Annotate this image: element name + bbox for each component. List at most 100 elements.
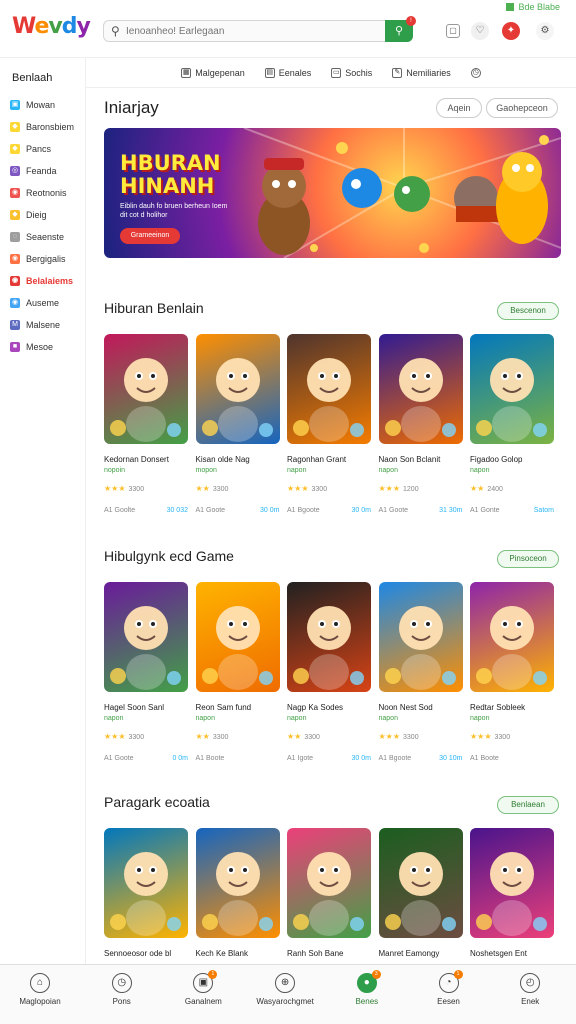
sidebar-item[interactable]: ■ Mesoe [10, 342, 53, 352]
sidebar-item[interactable]: ◉ Reotnonis [10, 188, 67, 198]
hero-button-2[interactable]: Gaohepceon [486, 98, 558, 118]
game-thumbnail[interactable] [470, 828, 554, 938]
settings-icon[interactable]: ⚙ [536, 22, 554, 40]
game-thumbnail[interactable] [104, 334, 188, 444]
game-thumbnail[interactable] [470, 582, 554, 692]
game-thumbnail[interactable] [287, 334, 371, 444]
game-name[interactable]: Kisan olde Nag [196, 455, 280, 464]
game-card[interactable]: Kedornan Donsert nopoin ★★★ 3300 A1 Goolte 30… [104, 334, 188, 514]
sidebar-item[interactable]: ◉ Bergigalis [10, 254, 66, 264]
game-thumbnail[interactable] [104, 828, 188, 938]
game-name[interactable]: Nagp Ka Sodes [287, 703, 371, 712]
rating-value: 3300 [212, 734, 229, 741]
home-icon: ⌂ [30, 973, 50, 993]
sidebar-item[interactable]: ◉ Auseme [10, 298, 59, 308]
game-name[interactable]: Naon Son Bclanit [379, 455, 463, 464]
bottom-nav-item[interactable]: ◷ Pons [84, 973, 160, 1006]
game-card[interactable]: Ranh Soh Bane [287, 828, 371, 958]
star-icon: ★★★ [104, 732, 126, 741]
game-card[interactable]: Hagel Soon Sanl napon ★★★ 3300 A1 Goote 0 0m [104, 582, 188, 762]
game-thumbnail[interactable] [195, 828, 280, 938]
clock-icon: ◷ [111, 973, 132, 993]
section-title: Hiburan Benlain [104, 300, 204, 316]
banner-cta-button[interactable]: Grameeinon [120, 228, 180, 244]
gift-icon[interactable]: ✦ [502, 22, 520, 40]
game-size: 30 10m [439, 755, 463, 762]
game-thumbnail[interactable] [195, 334, 280, 444]
game-card[interactable]: Figadoo Golop napon ★★ 2400 A1 Gonte Satom [470, 334, 554, 514]
game-name[interactable]: Figadoo Golop [470, 455, 554, 464]
game-card[interactable]: Noon Nest Sod napon ★★★ 3300 A1 Bgoote 30 10m [378, 582, 463, 762]
hero-banner[interactable]: HBURAN HINANH Eiblin dauh fo bruen berheu… [104, 128, 561, 258]
game-card[interactable]: Manret Eamongy [378, 828, 463, 958]
subnav-item[interactable]: ▭ Sochis [331, 67, 372, 78]
window-icon[interactable]: ▢ [446, 24, 460, 38]
sidebar-item[interactable]: ▣ Mowan [10, 100, 55, 110]
game-name[interactable]: Reon Sam fund [196, 703, 280, 712]
game-name[interactable]: Noon Nest Sod [379, 703, 463, 712]
search-input[interactable] [126, 23, 376, 40]
section-see-all-button[interactable]: Benlaean [497, 796, 559, 814]
bottom-nav-item[interactable]: ◴ Enek [492, 973, 568, 1006]
game-card[interactable]: Nagp Ka Sodes napon ★★ 3300 A1 Igote 30 0m [287, 582, 371, 762]
sidebar-item[interactable]: ◆ Dieig [10, 210, 47, 220]
game-rating: ★★★ 3300 [104, 484, 188, 493]
top-bar: Wevdy ⚲ ⚲! ▢ ♡ ✦ ⚙ Bde Blabe [0, 0, 576, 58]
bottom-nav-item[interactable]: ▣ 1 Ganalnem [165, 970, 241, 1006]
game-card[interactable]: Noshetsgen Ent [470, 828, 554, 958]
heart-icon[interactable]: ♡ [471, 22, 489, 40]
game-card[interactable]: Kisan olde Nag mopon ★★ 3300 A1 Goote 30 0m [195, 334, 280, 514]
subnav-item[interactable]: ▦ Malgepenan [181, 67, 245, 78]
sidebar-item[interactable]: ◉ Belalaiems [10, 276, 73, 286]
game-name[interactable]: Kech Ke Blank [196, 949, 280, 958]
sidebar-item-label: Mesoe [26, 342, 54, 352]
game-name[interactable]: Kedornan Donsert [104, 455, 188, 464]
logo-letter: W [12, 14, 36, 39]
game-thumbnail[interactable] [287, 582, 371, 692]
sidebar-item[interactable]: M Malsene [10, 320, 60, 330]
game-card[interactable]: Kech Ke Blank [195, 828, 280, 958]
subnav-item[interactable]: ▤ Eenales [264, 67, 311, 78]
hero-button-1[interactable]: Aqein [436, 98, 482, 118]
bottom-nav-item[interactable]: ⌂ Maglopoian [2, 973, 78, 1006]
app-logo[interactable]: Wevdy [12, 14, 91, 39]
game-card[interactable]: Reon Sam fund napon ★★ 3300 A1 Boote [195, 582, 280, 762]
game-thumbnail[interactable] [378, 334, 463, 444]
game-name[interactable]: Noshetsgen Ent [470, 949, 554, 958]
game-name[interactable]: Ragonhan Grant [287, 455, 371, 464]
game-name[interactable]: Sennoeosor ode bl [104, 949, 188, 958]
sidebar-item[interactable]: ◆ Baronsbiem [10, 122, 74, 132]
game-thumbnail[interactable] [195, 582, 280, 692]
game-thumbnail[interactable] [378, 828, 463, 938]
bottom-nav-item[interactable]: ● 3 Benes [329, 970, 405, 1006]
game-card[interactable]: Sennoeosor ode bl [104, 828, 188, 958]
bottom-nav-label: Enek [521, 997, 540, 1006]
subnav-item[interactable]: ✎ Nemiliaries [392, 67, 451, 78]
sidebar-item[interactable]: ◎ Feanda [10, 166, 57, 176]
game-name[interactable]: Redtar Sobleek [470, 703, 554, 712]
section-see-all-button[interactable]: Bescenon [497, 302, 559, 320]
game-meta: A1 Bgoote 30 0m [287, 507, 371, 514]
section-see-all-button[interactable]: Pinsoceon [497, 550, 559, 568]
game-tag: mopon [195, 467, 217, 474]
subnav-item[interactable]: ◷ [470, 67, 481, 78]
game-thumbnail[interactable] [287, 828, 371, 938]
sidebar-item-icon: ◆ [10, 144, 20, 154]
game-name[interactable]: Hagel Soon Sanl [104, 703, 188, 712]
game-thumbnail[interactable] [104, 582, 188, 692]
game-players: A1 Boote [470, 755, 499, 762]
game-card[interactable]: Ragonhan Grant napon ★★★ 3300 A1 Bgoote 30 0m [287, 334, 371, 514]
sidebar-item[interactable]: ◌ Seaenste [10, 232, 64, 242]
sidebar-item[interactable]: ◆ Pancs [10, 144, 51, 154]
bottom-nav-item[interactable]: ⊕ Wasyarochgmet [247, 973, 323, 1006]
game-tag: napon [470, 715, 490, 722]
search-go-button[interactable]: ⚲! [385, 16, 416, 42]
game-thumbnail[interactable] [470, 334, 554, 444]
star-icon: ★★ [287, 732, 302, 741]
game-name[interactable]: Ranh Soh Bane [287, 949, 371, 958]
game-thumbnail[interactable] [378, 582, 463, 692]
game-name[interactable]: Manret Eamongy [379, 949, 463, 958]
game-card[interactable]: Naon Son Bclanit napon ★★★ 1200 A1 Goote 31 3… [378, 334, 463, 514]
game-card[interactable]: Redtar Sobleek napon ★★★ 3300 A1 Boote [470, 582, 554, 762]
bottom-nav-item[interactable]: ◔ 1 Eesen [411, 970, 487, 1006]
